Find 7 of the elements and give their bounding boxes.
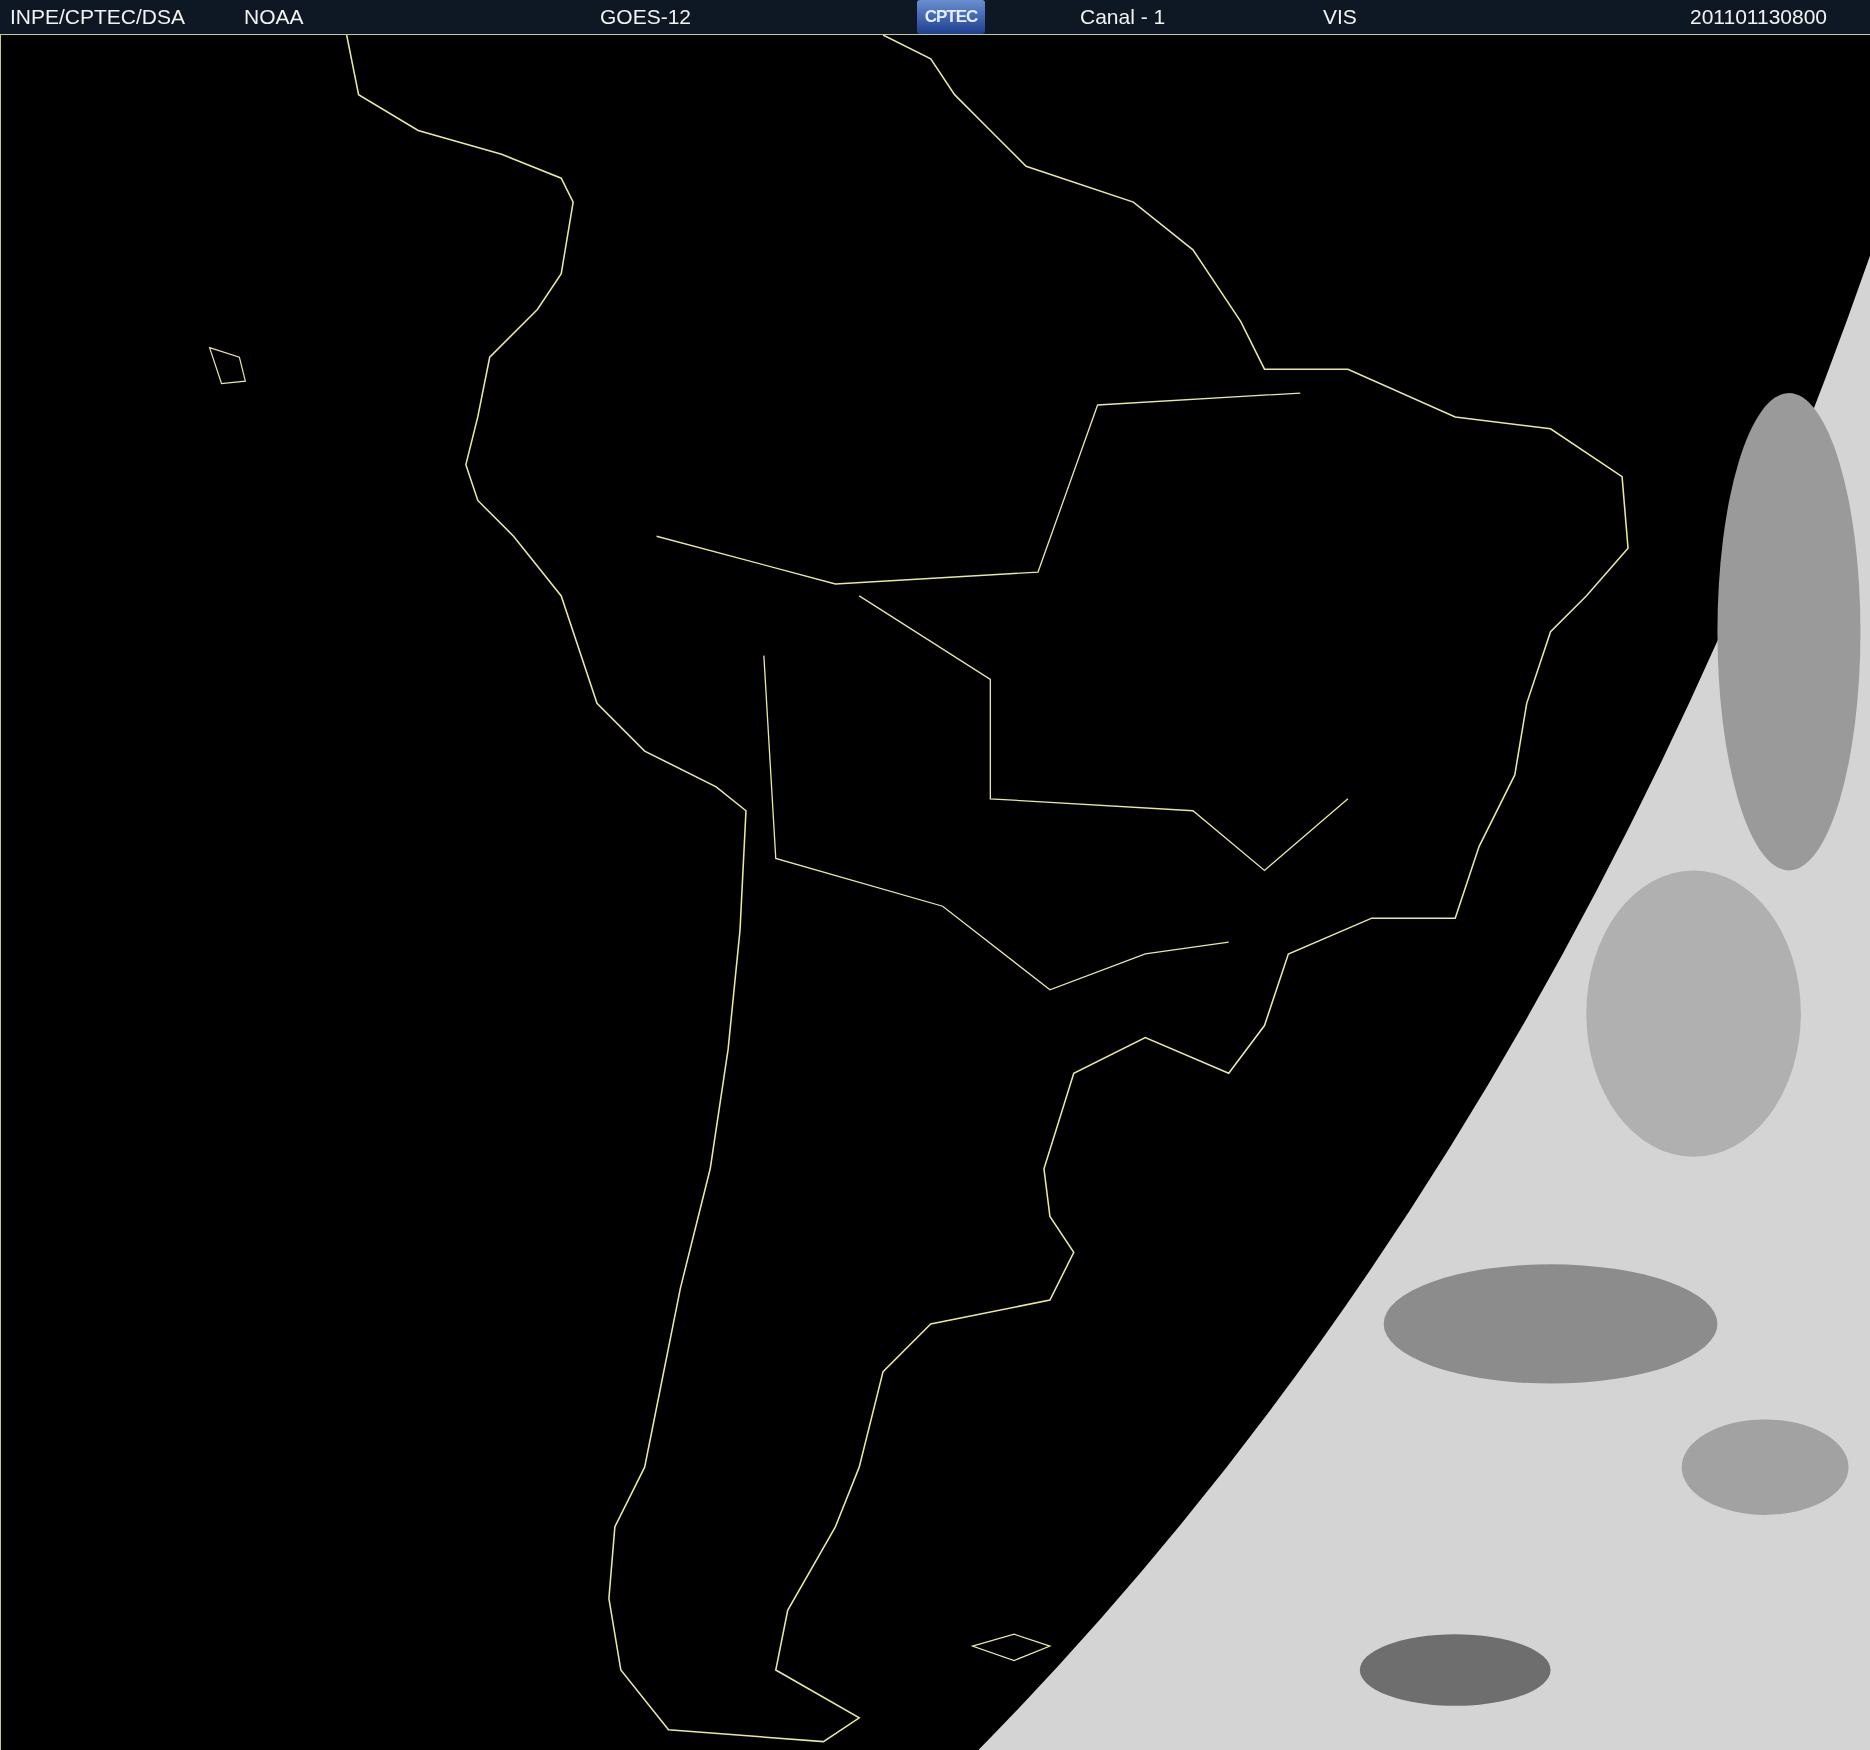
header-label: GOES-12: [600, 5, 692, 29]
logo: CPTEC: [917, 0, 985, 34]
header-label: VIS: [1323, 5, 1357, 29]
header-label: 201101130800: [1690, 5, 1828, 29]
header-label: NOAA: [244, 5, 304, 29]
header-label: Canal - 1: [1080, 5, 1166, 29]
header-label: INPE/CPTEC/DSA: [10, 5, 186, 29]
